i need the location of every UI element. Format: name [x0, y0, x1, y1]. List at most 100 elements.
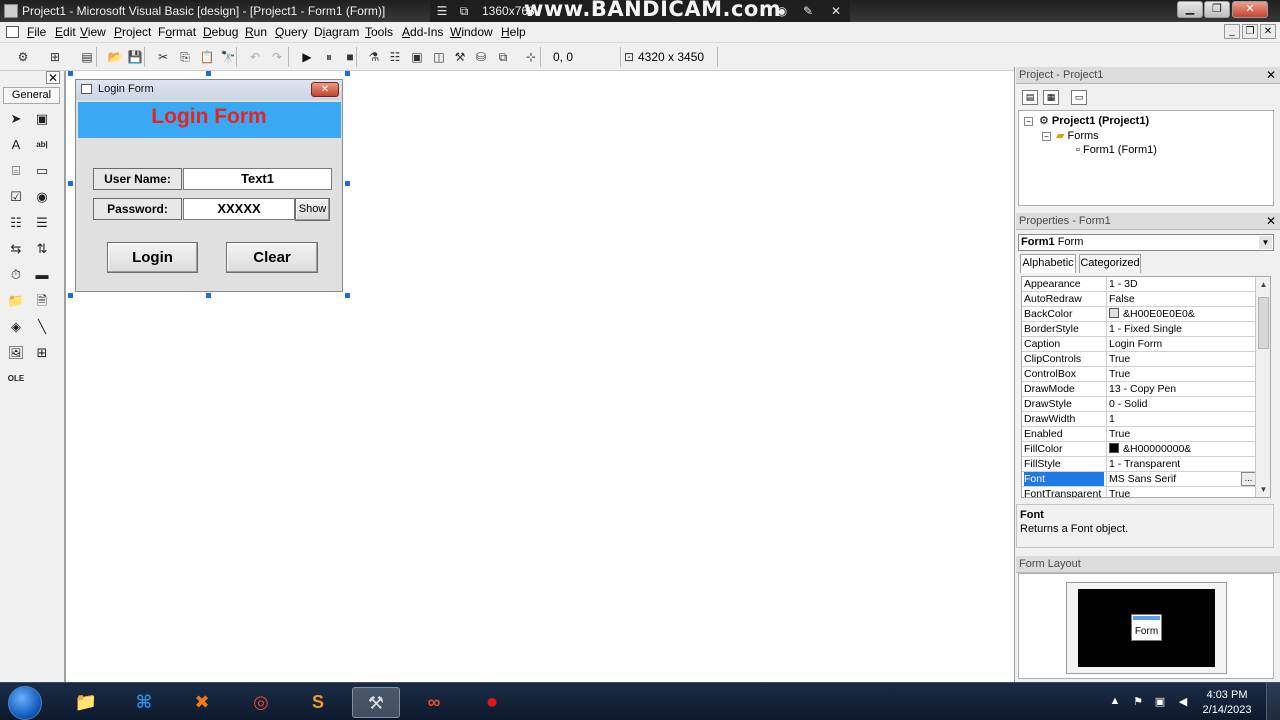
scroll-up-icon[interactable]: ▲	[1257, 278, 1270, 291]
menu-editor-icon[interactable]: ▤	[78, 48, 96, 66]
taskbar-clock[interactable]: 4:03 PM 2/14/2023	[1199, 688, 1255, 718]
minimize-button[interactable]: ▁	[1177, 1, 1203, 18]
menu-help[interactable]: Help	[501, 25, 526, 39]
password-textbox[interactable]: XXXXX	[183, 198, 295, 220]
redo-icon[interactable]: ↷	[268, 48, 286, 66]
tree-node-project[interactable]: ⚙ Project1 (Project1)	[1039, 114, 1149, 127]
property-value[interactable]: MS Sans Serif...	[1106, 472, 1256, 486]
project-explorer-icon[interactable]: ⚗	[365, 48, 383, 66]
recorder-window-icon[interactable]: ⧉	[456, 3, 472, 19]
property-row-font[interactable]: Font MS Sans Serif...	[1022, 472, 1256, 487]
shape-tool-icon[interactable]: ◈	[5, 316, 27, 338]
mdi-restore-button[interactable]: ❐	[1242, 24, 1258, 39]
scroll-thumb[interactable]	[1258, 297, 1269, 349]
find-icon[interactable]: 🔭	[219, 48, 237, 66]
bandicam-taskbar-icon[interactable]: ⏺	[468, 687, 516, 718]
listbox-tool-icon[interactable]: ☰	[31, 212, 53, 234]
collapse-project-icon[interactable]: −	[1024, 117, 1033, 126]
undo-icon[interactable]: ↶	[246, 48, 264, 66]
properties-panel-close-icon[interactable]: ✕	[1264, 214, 1278, 228]
property-value[interactable]: 0 - Solid	[1106, 397, 1256, 411]
property-value[interactable]: True	[1106, 487, 1256, 497]
menu-file[interactable]: File	[27, 25, 46, 39]
line-tool-icon[interactable]: ╲	[31, 316, 53, 338]
screenshot-icon[interactable]: ◉	[774, 3, 790, 19]
tree-node-form1[interactable]: ▫ Form1 (Form1)	[1076, 144, 1157, 156]
property-row-borderstyle[interactable]: BorderStyle 1 - Fixed Single	[1022, 322, 1256, 337]
menu-debug[interactable]: Debug	[203, 25, 238, 39]
project-panel-close-icon[interactable]: ✕	[1264, 68, 1278, 82]
mdi-minimize-button[interactable]: _	[1224, 24, 1240, 39]
network-icon[interactable]: ▣	[1153, 695, 1167, 708]
frame-tool-icon[interactable]: ⌸	[5, 160, 27, 182]
data-view-icon[interactable]: ⛁	[472, 48, 490, 66]
form-child-icon[interactable]	[6, 26, 19, 38]
menu-format[interactable]: Format	[158, 25, 196, 39]
data-tool-icon[interactable]: ⊞	[31, 342, 53, 364]
toolbox-close-icon[interactable]: ✕	[46, 71, 60, 84]
recorder-close-icon[interactable]: ✕	[828, 3, 844, 19]
restore-button[interactable]: ❐	[1204, 1, 1230, 18]
start-button[interactable]	[8, 686, 42, 720]
property-row-controlbox[interactable]: ControlBox True	[1022, 367, 1256, 382]
menu-run[interactable]: Run	[245, 25, 267, 39]
property-value[interactable]: 1 - 3D	[1106, 277, 1256, 291]
optionbutton-tool-icon[interactable]: ◉	[31, 186, 53, 208]
form-heading-label[interactable]: Login Form	[76, 102, 342, 132]
resize-handle[interactable]	[345, 71, 350, 76]
login-form-window[interactable]: Login Form ✕ Login Form User Name: Text1…	[75, 79, 343, 292]
chrome-taskbar-icon[interactable]: ◎	[237, 687, 285, 718]
toolbox-general-tab[interactable]: General	[3, 87, 60, 104]
pointer-tool-icon[interactable]: ➤	[5, 108, 27, 130]
property-value[interactable]: &H00000000&	[1106, 442, 1256, 456]
properties-scrollbar[interactable]: ▲ ▼	[1255, 277, 1270, 497]
resize-handle[interactable]	[206, 71, 211, 76]
flag-icon[interactable]: ⚑	[1131, 695, 1145, 708]
property-value[interactable]: True	[1106, 367, 1256, 381]
property-value[interactable]: &H00E0E0E0&	[1106, 307, 1256, 321]
run-icon[interactable]: ▶	[298, 48, 316, 66]
layout-form-thumbnail[interactable]: Form	[1131, 614, 1162, 641]
copy-icon[interactable]: ⎘	[176, 48, 194, 66]
menu-view[interactable]: View	[80, 25, 106, 39]
tab-alphabetic[interactable]: Alphabetic	[1020, 254, 1076, 273]
form-close-icon[interactable]: ✕	[311, 82, 339, 97]
menu-window[interactable]: Window	[450, 25, 493, 39]
sublime-taskbar-icon[interactable]: S	[294, 687, 342, 718]
combobox-tool-icon[interactable]: ☷	[5, 212, 27, 234]
label-tool-icon[interactable]: A	[5, 134, 27, 156]
property-value[interactable]: True	[1106, 427, 1256, 441]
menu-query[interactable]: Query	[275, 25, 308, 39]
property-row-appearance[interactable]: Appearance 1 - 3D	[1022, 277, 1256, 292]
property-row-caption[interactable]: Caption Login Form	[1022, 337, 1256, 352]
properties-icon[interactable]: ☷	[386, 48, 404, 66]
object-selector-combo[interactable]: Form1 Form ▼	[1018, 234, 1274, 251]
menu-edit[interactable]: Edit	[55, 25, 76, 39]
drivelistbox-tool-icon[interactable]: ▬	[31, 264, 53, 286]
mdi-close-button[interactable]: ✕	[1260, 24, 1276, 39]
property-value[interactable]: Login Form	[1106, 337, 1256, 351]
form-layout-icon[interactable]: ▣	[408, 48, 426, 66]
object-browser-icon[interactable]: ◫	[430, 48, 448, 66]
vscrollbar-tool-icon[interactable]: ⇅	[31, 238, 53, 260]
login-button[interactable]: Login	[107, 242, 198, 273]
scroll-down-icon[interactable]: ▼	[1257, 483, 1270, 496]
toggle-folders-icon[interactable]: ▭	[1071, 90, 1087, 105]
volume-icon[interactable]: ◀	[1176, 695, 1190, 708]
paste-icon[interactable]: 📋	[198, 48, 216, 66]
property-row-drawwidth[interactable]: DrawWidth 1	[1022, 412, 1256, 427]
resize-handle[interactable]	[68, 181, 73, 186]
resize-handle[interactable]	[68, 71, 73, 76]
vscode-taskbar-icon[interactable]: ⌘	[120, 687, 168, 718]
menu-diagram[interactable]: Diagram	[314, 25, 359, 39]
property-row-fonttransparent[interactable]: FontTransparent True	[1022, 487, 1256, 497]
chevron-down-icon[interactable]: ▼	[1259, 236, 1272, 249]
view-object-icon[interactable]: ▦	[1043, 90, 1059, 105]
property-row-autoredraw[interactable]: AutoRedraw False	[1022, 292, 1256, 307]
property-row-fillstyle[interactable]: FillStyle 1 - Transparent	[1022, 457, 1256, 472]
cut-icon[interactable]: ✂	[154, 48, 172, 66]
view-code-icon[interactable]: ▤	[1022, 90, 1038, 105]
property-row-drawmode[interactable]: DrawMode 13 - Copy Pen	[1022, 382, 1256, 397]
pencil-icon[interactable]: ✎	[800, 3, 816, 19]
vb6-taskbar-icon[interactable]: ⚒	[352, 687, 400, 718]
